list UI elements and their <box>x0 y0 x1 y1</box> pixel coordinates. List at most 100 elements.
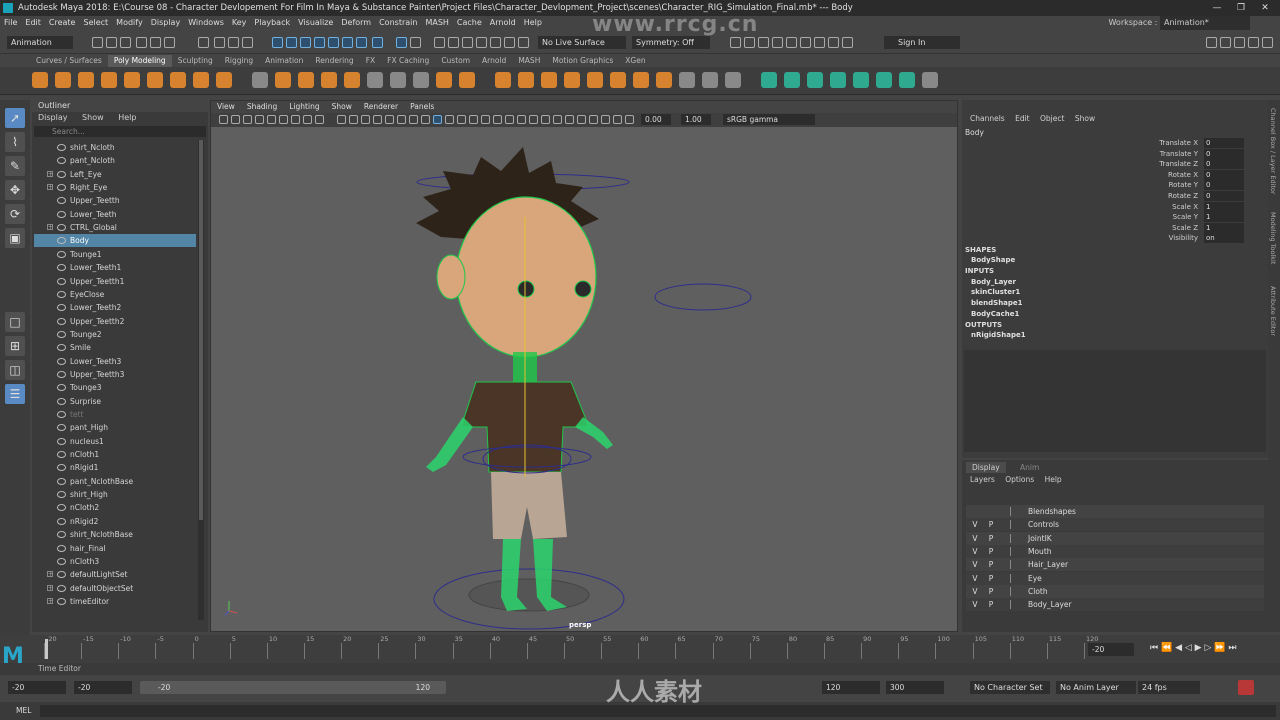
outliner-item[interactable]: + defaultObjectSet <box>34 582 196 595</box>
layer-color-swatch[interactable] <box>1010 533 1020 543</box>
outliner-item[interactable]: hair_Final <box>34 542 196 555</box>
channel-row[interactable]: Scale X 1 <box>1142 201 1244 212</box>
expand-icon[interactable]: + <box>47 584 53 591</box>
play-forward-icon[interactable]: ▶ <box>1195 643 1202 653</box>
menu-visualize[interactable]: Visualize <box>294 16 337 30</box>
shelf-tab[interactable]: Rigging <box>219 55 259 67</box>
outliner-scroll-thumb[interactable] <box>199 140 203 520</box>
four-pane-icon[interactable]: ⊞ <box>5 336 25 356</box>
shape-item[interactable]: BodyShape <box>971 256 1015 264</box>
viewport-tool-icon[interactable] <box>517 115 526 124</box>
live-surface-dropdown[interactable]: No Live Surface <box>538 36 626 49</box>
outliner-item[interactable]: shirt_Ncloth <box>34 141 196 154</box>
symmetry-dropdown[interactable]: Symmetry: Off <box>632 36 710 49</box>
viewport-tool-icon[interactable] <box>481 115 490 124</box>
shelf-tool-icon[interactable] <box>679 72 695 88</box>
layer-menu-help[interactable]: Help <box>1041 475 1066 484</box>
outliner-item[interactable]: Upper_Teetth3 <box>34 368 196 381</box>
menu-create[interactable]: Create <box>45 16 80 30</box>
status-tool-icon[interactable] <box>136 37 147 48</box>
status-tool-icon[interactable] <box>1206 37 1217 48</box>
shelf-tool-icon[interactable] <box>761 72 777 88</box>
viewport-tool-icon[interactable] <box>565 115 574 124</box>
status-tool-icon[interactable] <box>786 37 797 48</box>
status-tool-icon[interactable] <box>92 37 103 48</box>
outliner-item[interactable]: Tounge3 <box>34 381 196 394</box>
animation-end-field[interactable]: 300 <box>886 681 944 694</box>
layer-visibility-toggle[interactable]: V <box>969 558 981 571</box>
viewport-tool-icon[interactable] <box>303 115 312 124</box>
menu-constrain[interactable]: Constrain <box>375 16 421 30</box>
shelf-tab[interactable]: Custom <box>435 55 476 67</box>
menu-arnold[interactable]: Arnold <box>486 16 520 30</box>
outliner-item[interactable]: + Left_Eye <box>34 168 196 181</box>
shelf-tool-icon[interactable] <box>633 72 649 88</box>
side-tab-attribute-editor[interactable]: Attribute Editor <box>1269 286 1277 336</box>
shelf-tool-icon[interactable] <box>193 72 209 88</box>
layer-visibility-toggle[interactable]: V <box>969 598 981 611</box>
channelbox-menu-channels[interactable]: Channels <box>966 114 1009 123</box>
status-tool-icon[interactable] <box>1220 37 1231 48</box>
menu-display[interactable]: Display <box>147 16 185 30</box>
menu-key[interactable]: Key <box>228 16 251 30</box>
channel-row[interactable]: Rotate Y 0 <box>1142 180 1244 191</box>
outliner-item[interactable]: + defaultLightSet <box>34 568 196 581</box>
step-back-key-icon[interactable]: ⏪ <box>1161 643 1172 653</box>
shelf-tool-icon[interactable] <box>367 72 383 88</box>
channelbox-menu-object[interactable]: Object <box>1036 114 1068 123</box>
layer-playback-toggle[interactable]: P <box>985 572 997 585</box>
outliner-item[interactable]: nucleus1 <box>34 435 196 448</box>
input-item[interactable]: skinCluster1 <box>971 288 1020 296</box>
viewport-tool-icon[interactable] <box>421 115 430 124</box>
shelf-tool-icon[interactable] <box>564 72 580 88</box>
status-tool-icon[interactable] <box>150 37 161 48</box>
viewport-tool-icon[interactable] <box>219 115 228 124</box>
status-tool-icon[interactable] <box>396 37 407 48</box>
channel-row[interactable]: Rotate X 0 <box>1142 169 1244 180</box>
layer-color-swatch[interactable] <box>1010 546 1020 556</box>
channel-value[interactable]: 1 <box>1204 212 1244 223</box>
viewport-tool-icon[interactable] <box>291 115 300 124</box>
shelf-tool-icon[interactable] <box>784 72 800 88</box>
shelf-tool-icon[interactable] <box>899 72 915 88</box>
colorspace-dropdown[interactable]: sRGB gamma <box>723 114 815 125</box>
viewport-tool-icon[interactable] <box>409 115 418 124</box>
shelf-tab[interactable]: XGen <box>619 55 651 67</box>
outliner-item[interactable]: nCloth2 <box>34 501 196 514</box>
shelf-tool-icon[interactable] <box>170 72 186 88</box>
shelf-tab[interactable]: MASH <box>512 55 546 67</box>
outliner-item[interactable]: Tounge1 <box>34 248 196 261</box>
viewport-tool-icon[interactable] <box>315 115 324 124</box>
menu-deform[interactable]: Deform <box>337 16 375 30</box>
layer-visibility-toggle[interactable]: V <box>969 532 981 545</box>
outliner-item[interactable]: + CTRL_Global <box>34 221 196 234</box>
outliner-item[interactable]: shirt_NclothBase <box>34 528 196 541</box>
shelf-tool-icon[interactable] <box>541 72 557 88</box>
workspace-selector[interactable]: Workspace : Animation* <box>1108 16 1280 30</box>
viewport-tool-icon[interactable] <box>267 115 276 124</box>
scale-tool-icon[interactable]: ▣ <box>5 228 25 248</box>
tab-display[interactable]: Display <box>966 462 1006 473</box>
shelf-tab[interactable]: Poly Modeling <box>107 55 172 67</box>
channel-value[interactable]: 0 <box>1204 180 1244 191</box>
step-forward-frame-icon[interactable]: ▷ <box>1204 643 1211 653</box>
outliner-scrollbar[interactable] <box>198 140 204 620</box>
outliner-item[interactable]: Lower_Teeth <box>34 208 196 221</box>
menu-set-dropdown[interactable]: Animation <box>7 36 73 49</box>
status-tool-icon[interactable] <box>342 37 353 48</box>
status-tool-icon[interactable] <box>356 37 367 48</box>
outliner-item[interactable]: Upper_Teetth <box>34 194 196 207</box>
viewport-tool-icon[interactable] <box>541 115 550 124</box>
shelf-tool-icon[interactable] <box>922 72 938 88</box>
channel-row[interactable]: Visibility on <box>1142 233 1244 244</box>
menu-edit[interactable]: Edit <box>21 16 45 30</box>
channel-value[interactable]: 0 <box>1204 191 1244 201</box>
side-tab-channel-box[interactable]: Channel Box / Layer Editor <box>1269 108 1277 195</box>
layer-color-swatch[interactable] <box>1010 586 1020 596</box>
status-tool-icon[interactable] <box>476 37 487 48</box>
shelf-tool-icon[interactable] <box>321 72 337 88</box>
viewport-menu-view[interactable]: View <box>211 101 241 113</box>
outliner-item[interactable]: Upper_Teetth1 <box>34 275 196 288</box>
outliner-item[interactable]: Surprise <box>34 395 196 408</box>
play-backward-icon[interactable]: ◁ <box>1185 643 1192 653</box>
